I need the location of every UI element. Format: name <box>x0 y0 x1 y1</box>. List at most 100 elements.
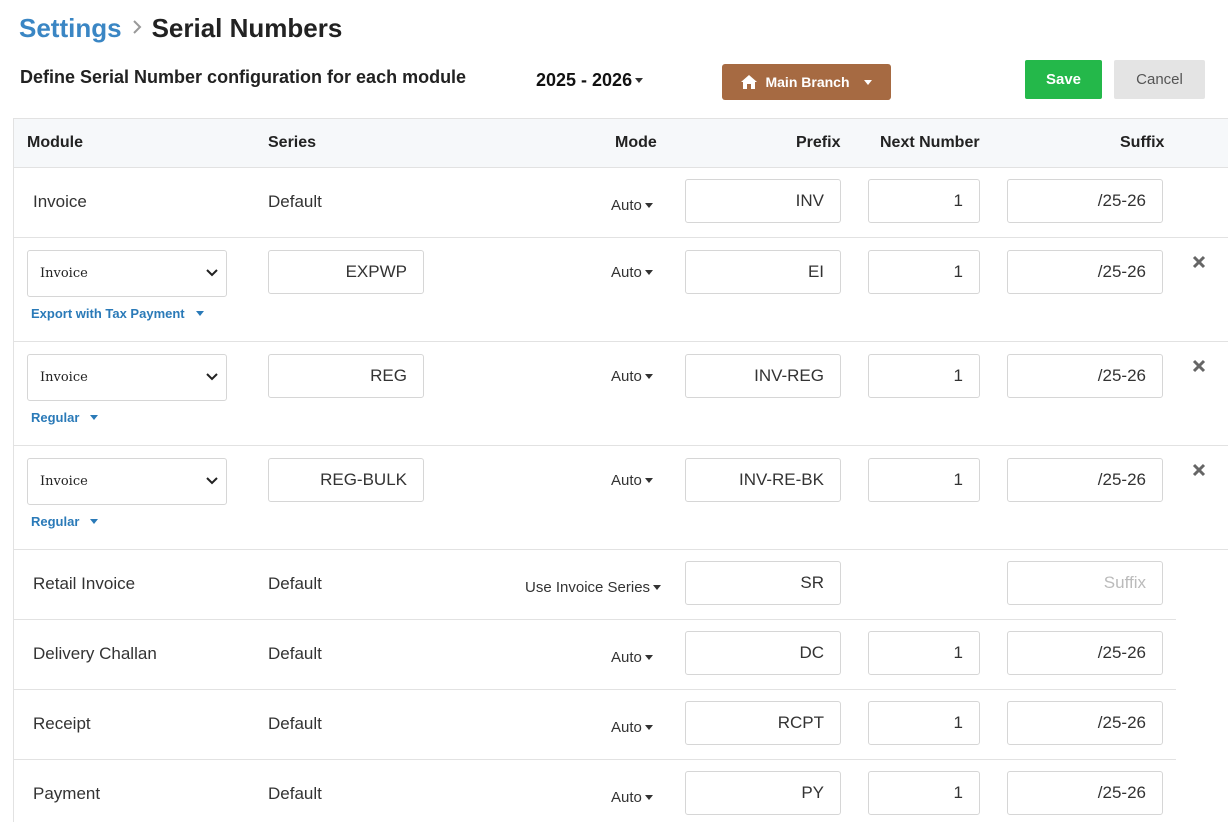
breadcrumb-settings-link[interactable]: Settings <box>19 13 122 44</box>
financial-year-select[interactable]: 2025 - 2026 <box>536 70 644 91</box>
table-row: Retail Invoice Default Use Invoice Serie… <box>14 550 1176 620</box>
prefix-input[interactable]: SR <box>685 561 841 605</box>
series-name: Default <box>268 714 322 733</box>
next-number-input[interactable]: 1 <box>868 771 980 815</box>
prefix-input[interactable]: INV-RE-BK <box>685 458 841 502</box>
serial-numbers-table: Module Series Mode Prefix Next Number Su… <box>13 118 1228 822</box>
prefix-input[interactable]: EI <box>685 250 841 294</box>
caret-down-icon <box>644 725 653 730</box>
chevron-down-icon <box>206 373 218 381</box>
table-header: Module Series Mode Prefix Next Number Su… <box>14 119 1228 168</box>
mode-value: Auto <box>611 264 642 281</box>
mode-value: Auto <box>611 368 642 385</box>
column-header-next-number: Next Number <box>880 134 980 151</box>
caret-down-icon <box>863 79 872 85</box>
module-select-value: Invoice <box>40 474 88 489</box>
invoice-type-select[interactable]: Regular <box>31 514 99 529</box>
caret-down-icon <box>635 78 644 83</box>
caret-down-icon <box>653 585 662 590</box>
suffix-input[interactable]: /25-26 <box>1007 458 1163 502</box>
column-header-mode: Mode <box>615 134 657 151</box>
series-name: Default <box>268 784 322 803</box>
caret-down-icon <box>644 270 653 275</box>
module-name: Delivery Challan <box>33 644 157 663</box>
prefix-input[interactable]: RCPT <box>685 701 841 745</box>
invoice-type-value: Regular <box>31 514 80 529</box>
home-icon <box>741 75 758 89</box>
mode-select[interactable]: Auto <box>611 649 653 666</box>
next-number-input[interactable]: 1 <box>868 701 980 745</box>
suffix-input[interactable]: /25-26 <box>1007 771 1163 815</box>
next-number-input[interactable]: 1 <box>868 179 980 223</box>
module-select[interactable]: Invoice <box>27 354 227 401</box>
column-header-prefix: Prefix <box>796 134 841 151</box>
mode-value: Auto <box>611 472 642 489</box>
next-number-input[interactable]: 1 <box>868 458 980 502</box>
series-name: Default <box>268 192 322 211</box>
branch-select-button[interactable]: Main Branch <box>722 64 891 100</box>
mode-value: Auto <box>611 789 642 806</box>
next-number-input[interactable]: 1 <box>868 631 980 675</box>
prefix-input[interactable]: DC <box>685 631 841 675</box>
mode-select[interactable]: Auto <box>611 719 653 736</box>
table-row: Receipt Default Auto RCPT 1 /25-26 <box>14 690 1176 760</box>
module-select[interactable]: Invoice <box>27 458 227 505</box>
column-header-suffix: Suffix <box>1120 134 1165 151</box>
next-number-input[interactable]: 1 <box>868 250 980 294</box>
table-row: Invoice Regular REG Auto INV-REG 1 /25-2… <box>14 342 1228 446</box>
table-row: Delivery Challan Default Auto DC 1 /25-2… <box>14 620 1176 690</box>
close-icon[interactable] <box>1192 359 1206 373</box>
chevron-down-icon <box>206 269 218 277</box>
suffix-input[interactable]: Suffix <box>1007 561 1163 605</box>
column-header-series: Series <box>268 134 317 151</box>
suffix-input[interactable]: /25-26 <box>1007 179 1163 223</box>
suffix-input[interactable]: /25-26 <box>1007 354 1163 398</box>
suffix-input[interactable]: /25-26 <box>1007 631 1163 675</box>
caret-down-icon <box>644 203 653 208</box>
table-row: Invoice Default Auto INV 1 /25-26 <box>14 168 1228 238</box>
next-number-input[interactable]: 1 <box>868 354 980 398</box>
chevron-right-icon <box>132 15 142 41</box>
module-select[interactable]: Invoice <box>27 250 227 297</box>
prefix-input[interactable]: PY <box>685 771 841 815</box>
module-select-value: Invoice <box>40 266 88 281</box>
close-icon[interactable] <box>1192 255 1206 269</box>
page-title: Serial Numbers <box>151 12 343 43</box>
module-select-value: Invoice <box>40 370 88 385</box>
mode-select[interactable]: Auto <box>611 264 653 281</box>
series-input[interactable]: EXPWP <box>268 250 424 294</box>
mode-select[interactable]: Use Invoice Series <box>525 579 662 596</box>
breadcrumb: Settings Serial Numbers <box>19 12 342 44</box>
mode-select[interactable]: Auto <box>611 197 653 214</box>
caret-down-icon <box>90 415 99 420</box>
branch-label: Main Branch <box>765 74 850 90</box>
mode-select[interactable]: Auto <box>611 368 653 385</box>
module-name: Invoice <box>33 192 87 211</box>
mode-value: Auto <box>611 719 642 736</box>
caret-down-icon <box>644 655 653 660</box>
table-row: Invoice Regular REG-BULK Auto INV-RE-BK … <box>14 446 1228 550</box>
module-name: Receipt <box>33 714 91 733</box>
close-icon[interactable] <box>1192 463 1206 477</box>
caret-down-icon <box>195 311 204 316</box>
save-button[interactable]: Save <box>1025 60 1102 99</box>
page-subtitle: Define Serial Number configuration for e… <box>20 67 467 87</box>
module-name: Retail Invoice <box>33 574 136 593</box>
invoice-type-select[interactable]: Export with Tax Payment <box>31 306 204 321</box>
caret-down-icon <box>644 478 653 483</box>
caret-down-icon <box>644 795 653 800</box>
series-input[interactable]: REG-BULK <box>268 458 424 502</box>
mode-select[interactable]: Auto <box>611 472 653 489</box>
caret-down-icon <box>644 374 653 379</box>
suffix-input[interactable]: /25-26 <box>1007 701 1163 745</box>
series-name: Default <box>268 574 322 593</box>
invoice-type-select[interactable]: Regular <box>31 410 99 425</box>
column-header-module: Module <box>27 134 83 151</box>
suffix-input[interactable]: /25-26 <box>1007 250 1163 294</box>
chevron-down-icon <box>206 477 218 485</box>
series-input[interactable]: REG <box>268 354 424 398</box>
prefix-input[interactable]: INV <box>685 179 841 223</box>
prefix-input[interactable]: INV-REG <box>685 354 841 398</box>
mode-select[interactable]: Auto <box>611 789 653 806</box>
cancel-button[interactable]: Cancel <box>1114 60 1205 99</box>
